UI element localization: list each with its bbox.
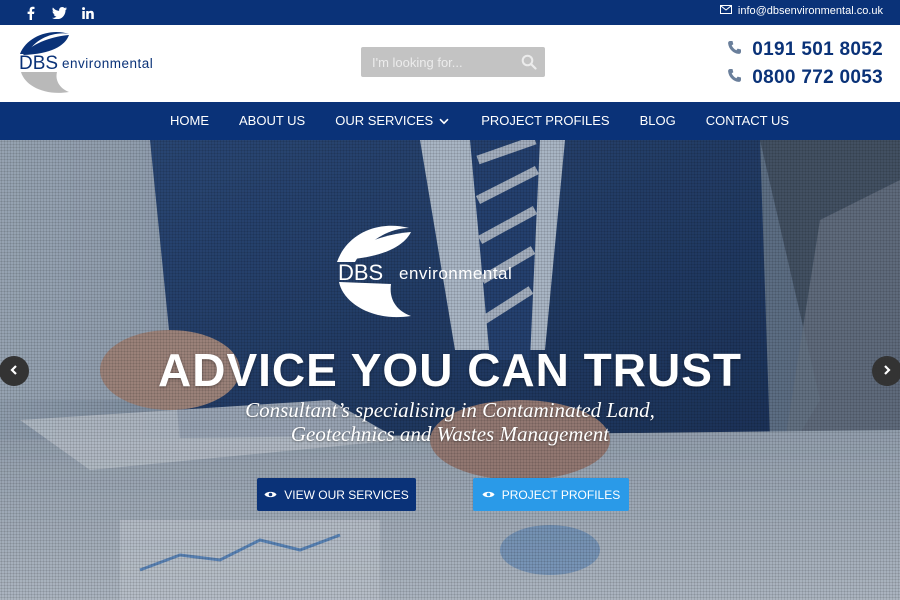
search-box — [361, 47, 545, 77]
slider-next-button[interactable] — [872, 356, 900, 386]
search-icon[interactable] — [521, 54, 537, 70]
slider-prev-button[interactable] — [0, 356, 29, 386]
site-logo[interactable]: DBS environmental — [15, 28, 180, 98]
nav-item-contact-us[interactable]: CONTACT US — [706, 102, 789, 140]
nav-item-about-us[interactable]: ABOUT US — [239, 102, 305, 140]
eye-icon — [482, 488, 495, 502]
project-profiles-button[interactable]: PROJECT PROFILES — [473, 478, 629, 511]
envelope-icon — [719, 5, 732, 17]
email-address[interactable]: info@dbsenvironmental.co.uk — [738, 5, 883, 17]
hero-headline: ADVICE YOU CAN TRUST — [158, 344, 742, 396]
nav-item-our-services[interactable]: OUR SERVICES — [335, 102, 449, 140]
nav-item-our-services-label[interactable]: OUR SERVICES — [335, 102, 433, 140]
linkedin-icon[interactable] — [80, 5, 96, 21]
site-header: DBS environmental 0191 501 8052 0800 772… — [0, 25, 900, 102]
phone-line-1[interactable]: 0191 501 8052 — [727, 36, 883, 64]
chevron-right-icon — [882, 362, 892, 380]
nav-item-project-profiles[interactable]: PROJECT PROFILES — [481, 102, 609, 140]
main-nav: HOME ABOUT US OUR SERVICES PROJECT PROFI… — [0, 102, 900, 140]
view-our-services-button[interactable]: VIEW OUR SERVICES — [257, 478, 416, 511]
logo-dbs-text: DBS — [19, 53, 58, 74]
logo-environmental-text: environmental — [62, 56, 153, 71]
social-links — [22, 5, 96, 21]
phone-numbers: 0191 501 8052 0800 772 0053 — [727, 36, 883, 92]
phone-number-2[interactable]: 0800 772 0053 — [752, 67, 883, 89]
phone-line-2[interactable]: 0800 772 0053 — [727, 64, 883, 92]
nav-item-blog[interactable]: BLOG — [640, 102, 676, 140]
eye-icon — [264, 488, 277, 502]
hero-subline-line-2: Geotechnics and Wastes Management — [290, 422, 610, 446]
search-input[interactable] — [361, 47, 511, 77]
hero-slider: DBS environmental ADVICE YOU CAN TRUST C… — [0, 140, 900, 600]
hero-subline-line-1: Consultant’s specialising in Contaminate… — [245, 398, 655, 422]
phone-icon — [727, 68, 742, 88]
chevron-left-icon — [9, 362, 19, 380]
view-our-services-label[interactable]: VIEW OUR SERVICES — [284, 488, 408, 502]
email-contact[interactable]: info@dbsenvironmental.co.uk — [719, 5, 883, 17]
phone-number-1[interactable]: 0191 501 8052 — [752, 39, 883, 61]
chevron-down-icon[interactable] — [439, 102, 449, 140]
project-profiles-label[interactable]: PROJECT PROFILES — [502, 488, 620, 502]
nav-item-home[interactable]: HOME — [170, 102, 209, 140]
phone-icon — [727, 40, 742, 60]
hero-logo: DBS environmental — [333, 222, 568, 322]
hero-logo-environmental-text: environmental — [399, 264, 512, 283]
facebook-icon[interactable] — [22, 5, 38, 21]
twitter-icon[interactable] — [51, 5, 67, 21]
top-bar: info@dbsenvironmental.co.uk — [0, 0, 900, 25]
hero-logo-dbs-text: DBS — [338, 260, 383, 285]
hero-subline: Consultant’s specialising in Contaminate… — [0, 398, 900, 446]
